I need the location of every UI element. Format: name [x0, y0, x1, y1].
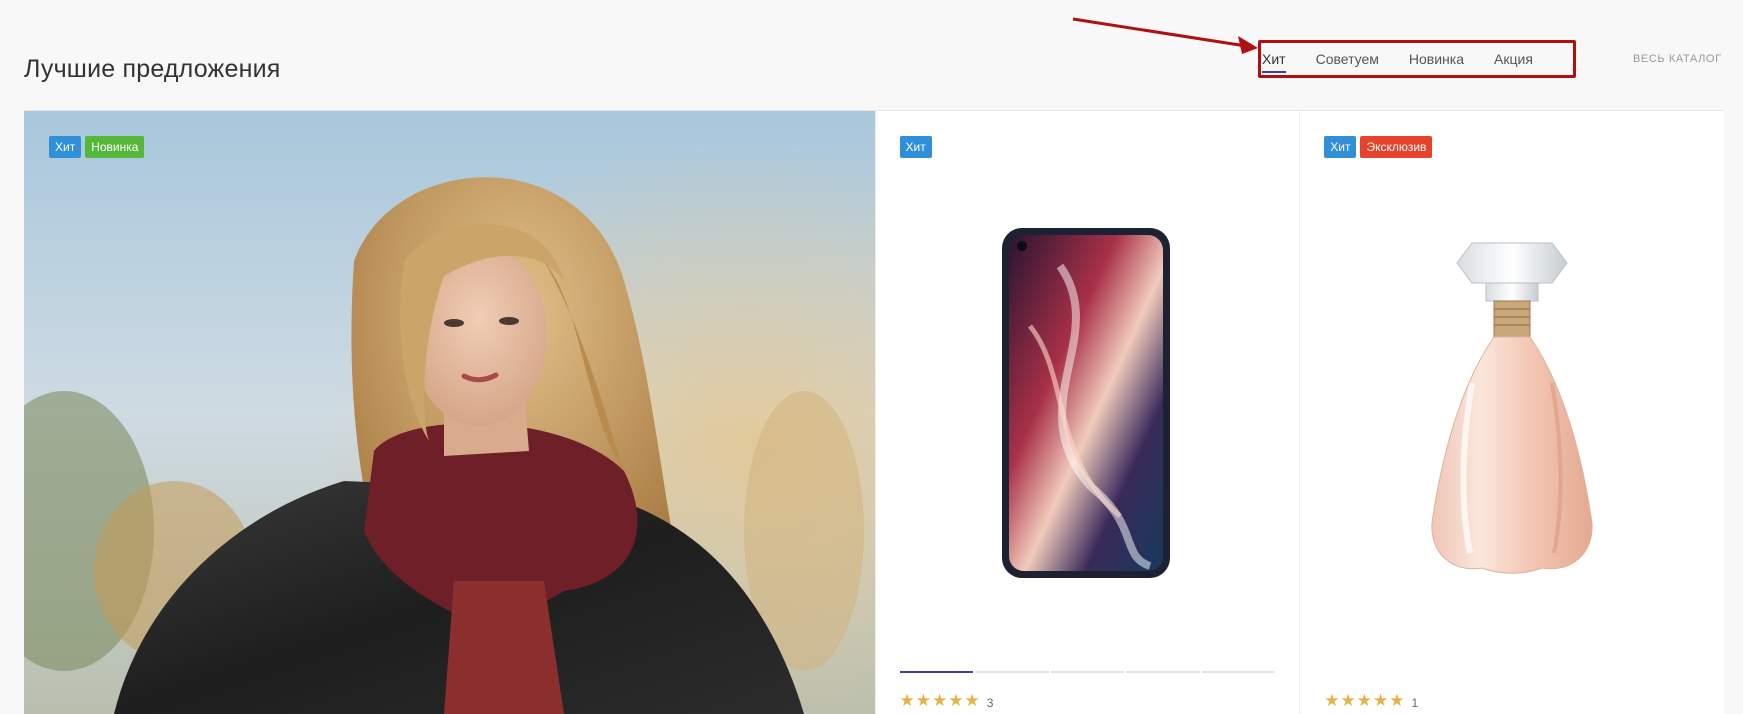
gallery-dot[interactable] — [1050, 671, 1125, 673]
product-badges: Хит — [899, 136, 932, 158]
product-rating: ★★★★★ 3 — [900, 691, 994, 711]
banner-badges: Хит Новинка — [49, 136, 145, 158]
tab-recommended[interactable]: Советуем — [1316, 45, 1379, 73]
rating-count: 1 — [1411, 695, 1419, 710]
gallery-dot[interactable] — [1126, 671, 1200, 673]
product-grid: Хит Новинка Хит ★★★★★ 3 Хит Эксклюзив ★★… — [24, 110, 1724, 714]
badge-hit: Хит — [49, 136, 82, 158]
badge-exclusive: Эксклюзив — [1360, 136, 1433, 158]
product-filter-tabs: Хит Советуем Новинка Акция — [1262, 42, 1533, 75]
product-card-perfume[interactable]: Хит Эксклюзив ★★★★★ 1 — [1299, 111, 1724, 714]
tab-hit[interactable]: Хит — [1262, 45, 1286, 73]
rating-stars: ★★★★★ — [899, 691, 981, 710]
gallery-dot[interactable] — [975, 671, 1049, 673]
tab-new[interactable]: Новинка — [1409, 45, 1464, 73]
page-title: Лучшие предложения — [24, 54, 281, 83]
promo-banner[interactable]: Хит Новинка — [24, 111, 875, 714]
smartphone-icon — [1001, 228, 1170, 578]
image-gallery-indicator — [899, 671, 1276, 673]
badge-hit: Хит — [1324, 136, 1357, 158]
product-card-phone[interactable]: Хит ★★★★★ 3 — [874, 111, 1300, 714]
gallery-dot[interactable] — [1201, 671, 1276, 673]
product-rating: ★★★★★ 1 — [1324, 691, 1418, 711]
all-catalog-link[interactable]: Весь каталог — [1633, 53, 1722, 65]
badge-new: Новинка — [85, 136, 145, 158]
tab-sale[interactable]: Акция — [1494, 45, 1533, 73]
woman-photo-image — [24, 111, 875, 714]
rating-stars: ★★★★★ — [1324, 691, 1406, 710]
product-badges: Хит Эксклюзив — [1324, 136, 1433, 158]
annotation-arrow — [1072, 17, 1258, 54]
rating-count: 3 — [986, 695, 994, 710]
perfume-bottle-icon — [1431, 242, 1593, 574]
gallery-dot[interactable] — [899, 671, 974, 673]
badge-hit: Хит — [899, 136, 932, 158]
